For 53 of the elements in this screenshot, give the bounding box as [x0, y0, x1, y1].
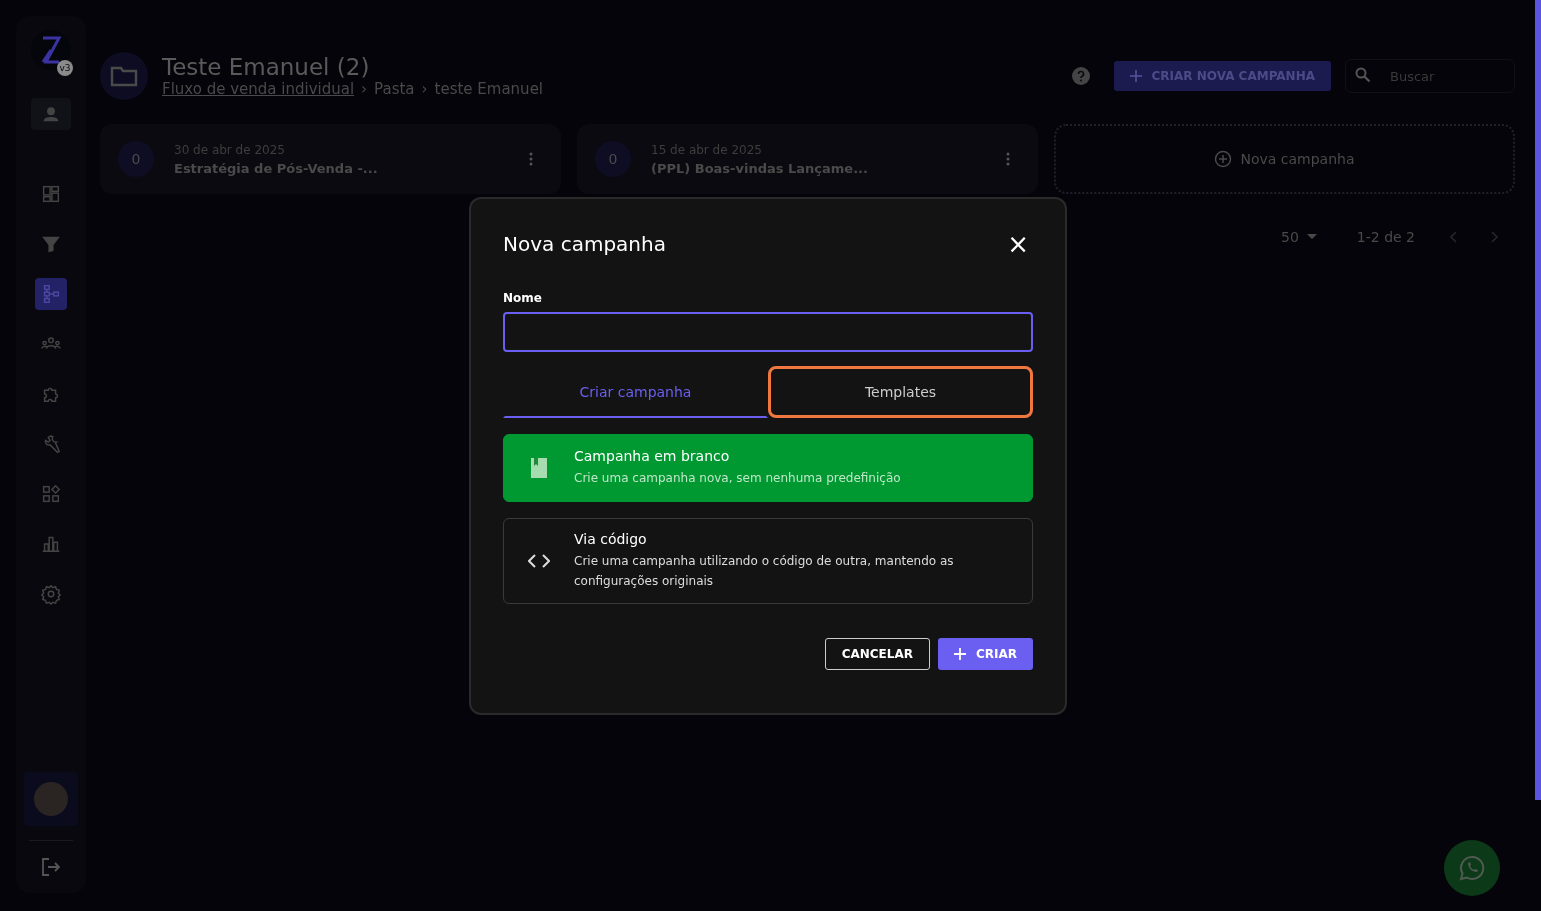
- user-button[interactable]: [31, 98, 71, 130]
- book-icon: [530, 457, 548, 479]
- breadcrumb-text: teste Emanuel: [434, 80, 544, 98]
- more-icon[interactable]: [1006, 152, 1010, 166]
- cancel-button[interactable]: CANCELAR: [824, 638, 930, 670]
- option-description: Crie uma campanha utilizando o código de outra, mantendo as configurações originais: [574, 553, 955, 590]
- breadcrumb-separator: ›: [361, 80, 368, 98]
- plus-icon: [953, 648, 966, 660]
- option-card[interactable]: Via código Crie uma campanha utilizando o código de outra, mantendo as configurações originais: [503, 518, 1033, 604]
- add-circle-icon: [1214, 150, 1233, 168]
- create-button[interactable]: CRIAR: [937, 638, 1033, 670]
- page-size-select[interactable]: 50: [1275, 228, 1323, 246]
- name-input[interactable]: [503, 312, 1033, 352]
- chat-icon: [1458, 854, 1486, 882]
- more-icon[interactable]: [529, 152, 533, 166]
- plus-icon: [1129, 70, 1142, 82]
- create-campaign-button[interactable]: CRIAR NOVA CAMPANHA: [1113, 61, 1331, 91]
- option-title: Campanha em branco: [574, 448, 731, 464]
- gear-icon: [40, 583, 62, 605]
- scrollbar[interactable]: [1535, 0, 1541, 800]
- count-badge: 0: [595, 141, 631, 177]
- breadcrumb-text: Pasta: [374, 80, 415, 98]
- tab[interactable]: Criar campanha: [503, 366, 768, 418]
- help-icon[interactable]: [1071, 67, 1090, 85]
- dashboard-icon: [40, 183, 62, 205]
- nav-item[interactable]: [35, 278, 67, 310]
- avatar-icon: [34, 782, 68, 816]
- version-badge: v3: [57, 60, 73, 76]
- logout-icon[interactable]: [39, 855, 63, 879]
- field-label: Nome: [503, 291, 543, 305]
- option-description: Crie uma campanha nova, sem nenhuma predefinição: [574, 470, 901, 487]
- previous-icon[interactable]: [1449, 231, 1457, 243]
- option-title: Via código: [574, 531, 648, 547]
- tab[interactable]: Templates: [768, 366, 1033, 418]
- search-icon: [1355, 67, 1371, 83]
- caret-icon: [1306, 234, 1317, 240]
- new-campaign-button[interactable]: Nova campanha: [1054, 124, 1515, 194]
- apps-icon: [40, 483, 62, 505]
- breadcrumb-separator: ›: [421, 80, 428, 98]
- whatsapp-button[interactable]: [1444, 840, 1500, 896]
- code-icon: [528, 554, 550, 568]
- page-range: 1-2 de 2: [1356, 229, 1415, 245]
- option-card[interactable]: Campanha em branco Crie uma campanha nova, sem nenhuma predefinição: [503, 434, 1033, 502]
- next-icon[interactable]: [1491, 231, 1499, 243]
- card-title: Estratégia de Pós-Venda -...: [174, 160, 379, 176]
- page-title: Teste Emanuel (2): [162, 54, 371, 80]
- card-title: (PPL) Boas-vindas Lançame...: [651, 160, 869, 176]
- profile-button[interactable]: [24, 772, 78, 826]
- count-badge: 0: [118, 141, 154, 177]
- close-button[interactable]: ×: [1003, 231, 1033, 257]
- breadcrumb-link[interactable]: Fluxo de venda individual: [162, 80, 355, 98]
- folder-icon: [100, 52, 148, 100]
- dialog-title: Nova campanha: [503, 232, 666, 256]
